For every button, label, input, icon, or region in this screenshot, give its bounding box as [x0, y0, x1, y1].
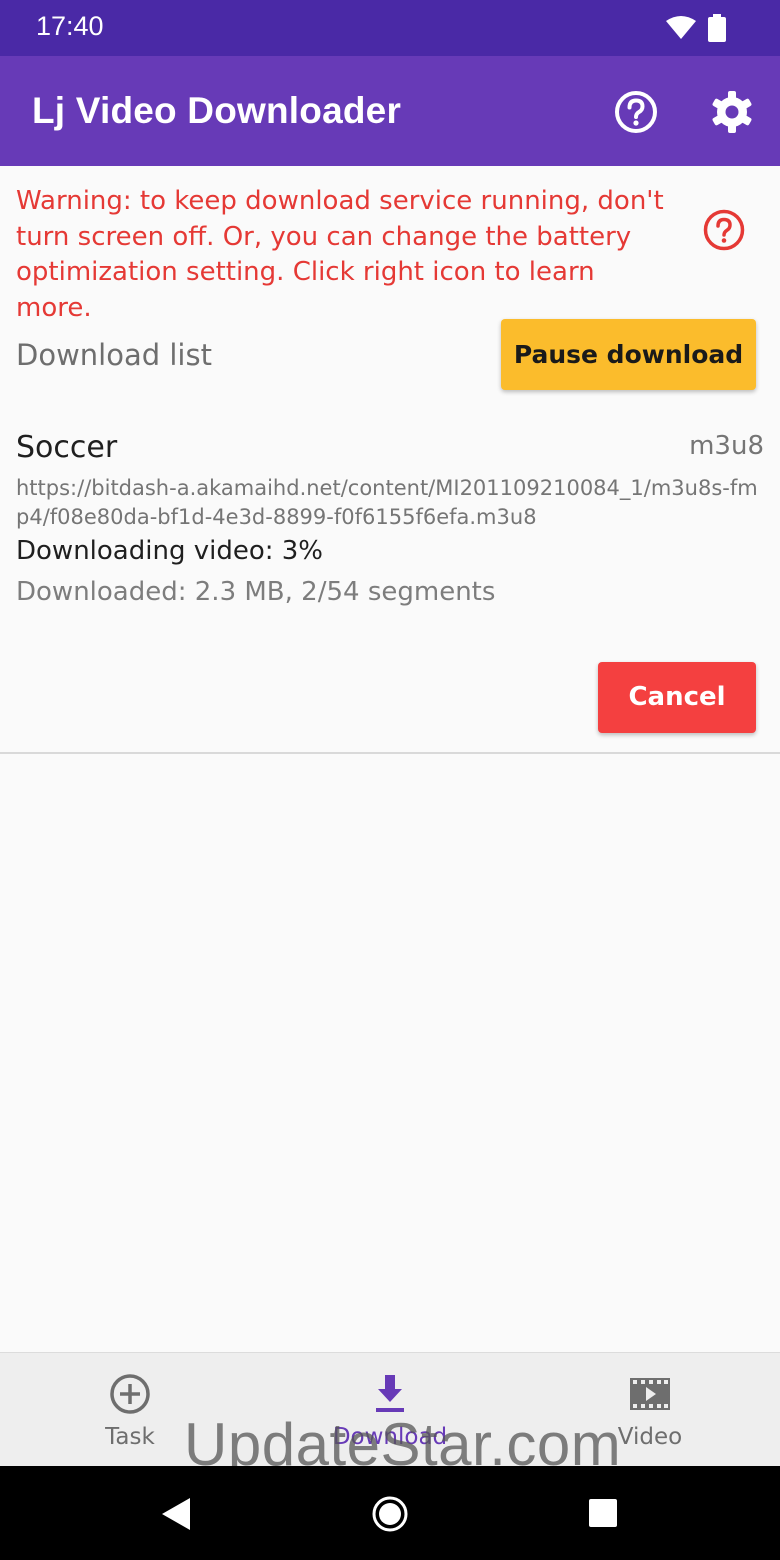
warning-help-icon[interactable]	[702, 208, 746, 252]
download-icon	[376, 1375, 404, 1412]
wifi-icon	[666, 16, 696, 39]
download-list-label: Download list	[16, 338, 212, 372]
item-type: m3u8	[689, 431, 764, 461]
add-circle-icon	[110, 1374, 150, 1414]
status-bar: 17:40	[0, 0, 780, 56]
home-icon[interactable]	[370, 1494, 410, 1534]
recents-icon[interactable]	[588, 1498, 618, 1528]
gear-icon[interactable]	[708, 88, 756, 136]
back-icon[interactable]	[160, 1496, 192, 1532]
item-progress: Downloaded: 2.3 MB, 2/54 segments	[16, 577, 496, 607]
item-title: Soccer	[16, 430, 118, 465]
app-bar: Lj Video Downloader	[0, 56, 780, 166]
app-title: Lj Video Downloader	[32, 90, 402, 131]
cancel-button[interactable]: Cancel	[598, 662, 756, 733]
help-icon[interactable]	[612, 88, 660, 136]
film-icon	[630, 1378, 670, 1410]
divider	[0, 752, 780, 754]
system-navigation-bar	[0, 1466, 780, 1560]
battery-icon	[708, 14, 726, 42]
pause-download-button[interactable]: Pause download	[501, 319, 756, 390]
item-url: https://bitdash-a.akamaihd.net/content/M…	[16, 476, 758, 529]
status-time: 17:40	[36, 11, 104, 41]
battery-warning-text: Warning: to keep download service runnin…	[16, 186, 664, 323]
item-status: Downloading video: 3%	[16, 536, 323, 566]
